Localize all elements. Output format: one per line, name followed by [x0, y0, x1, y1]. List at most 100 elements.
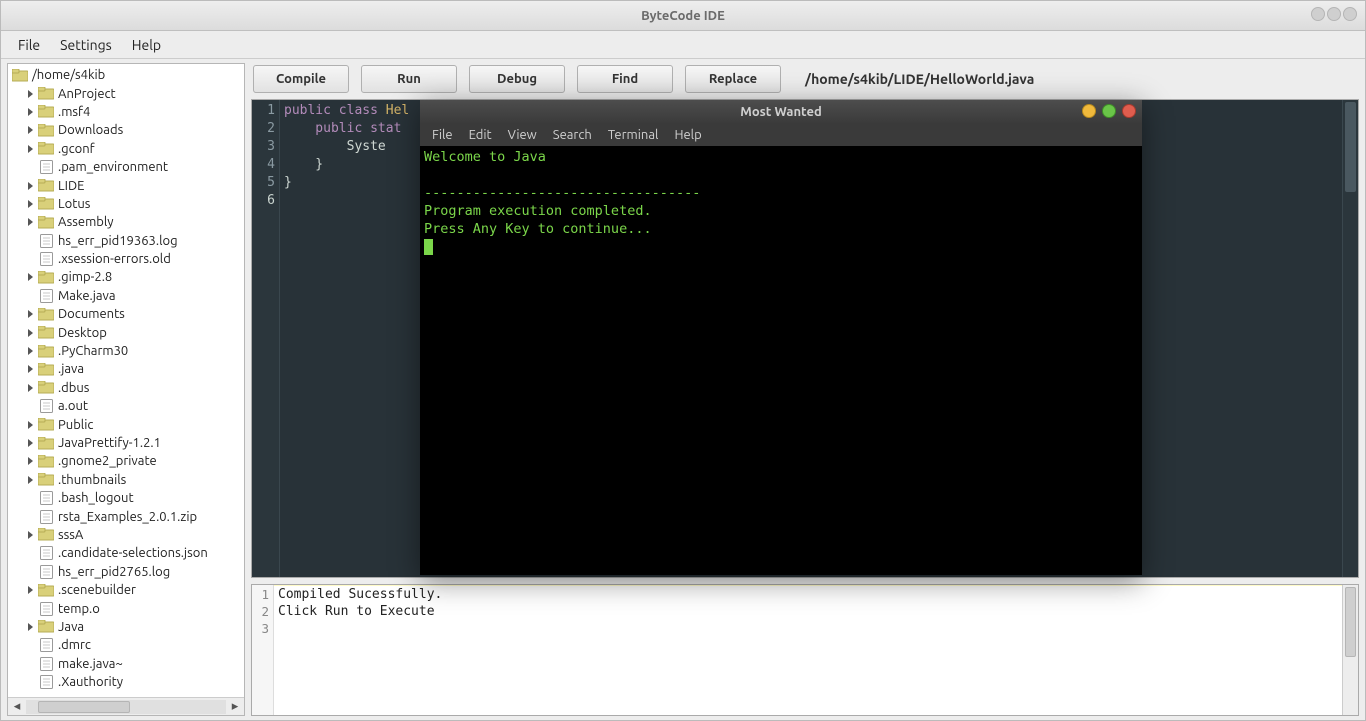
expand-arrow-icon[interactable]	[24, 345, 36, 357]
tree-file[interactable]: hs_err_pid2765.log	[8, 563, 244, 581]
tree-file[interactable]: .pam_environment	[8, 158, 244, 176]
window-minimize-button[interactable]	[1311, 7, 1325, 21]
console-vscrollbar[interactable]	[1342, 585, 1358, 715]
scroll-thumb[interactable]	[1345, 587, 1356, 657]
scroll-left-icon[interactable]: ◂	[8, 699, 26, 715]
tree-file[interactable]: a.out	[8, 397, 244, 415]
expand-arrow-icon[interactable]	[24, 216, 36, 228]
tree-folder[interactable]: sssA	[8, 526, 244, 544]
menu-settings[interactable]: Settings	[51, 34, 121, 56]
replace-button[interactable]: Replace	[685, 65, 781, 93]
tree-folder[interactable]: Lotus	[8, 195, 244, 213]
tree-folder[interactable]: .gconf	[8, 140, 244, 158]
console-text[interactable]: Compiled Sucessfully. Click Run to Execu…	[274, 585, 1342, 715]
tree-file[interactable]: rsta_Examples_2.0.1.zip	[8, 507, 244, 525]
tree-file[interactable]: Make.java	[8, 287, 244, 305]
terminal-minimize-button[interactable]	[1082, 104, 1096, 118]
expand-arrow-icon[interactable]	[24, 621, 36, 633]
terminal-maximize-button[interactable]	[1102, 104, 1116, 118]
console-line: Compiled Sucessfully.	[278, 587, 442, 602]
tree-file[interactable]: .candidate-selections.json	[8, 544, 244, 562]
find-button[interactable]: Find	[577, 65, 673, 93]
tree-folder[interactable]: Java	[8, 618, 244, 636]
terminal-menu-file[interactable]: File	[426, 127, 459, 143]
expand-arrow-icon[interactable]	[24, 88, 36, 100]
terminal-menu-search[interactable]: Search	[547, 127, 598, 143]
menu-file[interactable]: File	[9, 34, 49, 56]
tree-folder[interactable]: .gimp-2.8	[8, 268, 244, 286]
tree-file[interactable]: temp.o	[8, 599, 244, 617]
tree-file[interactable]: .xsession-errors.old	[8, 250, 244, 268]
tree-folder[interactable]: .thumbnails	[8, 471, 244, 489]
file-icon	[38, 399, 54, 413]
file-tree-hscrollbar[interactable]: ◂ ▸	[8, 697, 244, 715]
expand-arrow-icon[interactable]	[24, 198, 36, 210]
terminal-menu-view[interactable]: View	[502, 127, 543, 143]
tree-folder[interactable]: Assembly	[8, 213, 244, 231]
tree-folder[interactable]: .msf4	[8, 103, 244, 121]
code-token: }	[284, 175, 292, 190]
expand-arrow-icon[interactable]	[24, 271, 36, 283]
terminal-output[interactable]: Welcome to Java ------------------------…	[420, 146, 1142, 575]
tree-file[interactable]: .dmrc	[8, 636, 244, 654]
expand-arrow-icon[interactable]	[24, 180, 36, 192]
tree-folder[interactable]: Downloads	[8, 121, 244, 139]
window-maximize-button[interactable]	[1327, 7, 1341, 21]
window-buttons	[1311, 7, 1357, 21]
output-console[interactable]: 1 2 3 Compiled Sucessfully. Click Run to…	[251, 584, 1359, 716]
folder-icon	[38, 528, 54, 542]
expand-arrow-icon[interactable]	[24, 529, 36, 541]
tree-folder[interactable]: JavaPrettify-1.2.1	[8, 434, 244, 452]
expand-arrow-icon[interactable]	[24, 143, 36, 155]
tree-file[interactable]: .bash_logout	[8, 489, 244, 507]
expand-arrow-icon[interactable]	[24, 419, 36, 431]
tree-file[interactable]: .Xauthority	[8, 673, 244, 691]
tree-root[interactable]: /home/s4kib	[8, 66, 244, 84]
expand-arrow-icon[interactable]	[24, 382, 36, 394]
expand-arrow-icon[interactable]	[24, 308, 36, 320]
tree-folder[interactable]: .PyCharm30	[8, 342, 244, 360]
code-editor[interactable]: 1 2 3 4 5 6 public class Hel public stat…	[251, 99, 1359, 578]
expand-arrow-icon[interactable]	[24, 363, 36, 375]
tree-item-label: .dmrc	[58, 638, 91, 652]
debug-button[interactable]: Debug	[469, 65, 565, 93]
tree-folder[interactable]: .java	[8, 360, 244, 378]
terminal-menu-edit[interactable]: Edit	[463, 127, 498, 143]
tree-folder[interactable]: Documents	[8, 305, 244, 323]
terminal-title-bar[interactable]: Most Wanted	[420, 100, 1142, 124]
tree-folder[interactable]: AnProject	[8, 84, 244, 102]
scroll-thumb[interactable]	[1345, 102, 1356, 192]
open-file-path: /home/s4kib/LIDE/HelloWorld.java	[805, 71, 1034, 87]
twisty-placeholder	[24, 603, 36, 615]
tree-folder[interactable]: .scenebuilder	[8, 581, 244, 599]
expand-arrow-icon[interactable]	[24, 106, 36, 118]
tree-folder[interactable]: .gnome2_private	[8, 452, 244, 470]
code-token: Syste	[284, 139, 386, 154]
expand-arrow-icon[interactable]	[24, 124, 36, 136]
terminal-window[interactable]: Most Wanted File Edit View Search Termin…	[420, 100, 1142, 575]
terminal-menu-help[interactable]: Help	[668, 127, 707, 143]
run-button[interactable]: Run	[361, 65, 457, 93]
window-close-button[interactable]	[1343, 7, 1357, 21]
expand-arrow-icon[interactable]	[24, 327, 36, 339]
expand-arrow-icon[interactable]	[24, 584, 36, 596]
terminal-line: Press Any Key to continue...	[424, 221, 652, 237]
code-token: public	[284, 121, 362, 136]
expand-arrow-icon[interactable]	[24, 437, 36, 449]
expand-arrow-icon[interactable]	[24, 474, 36, 486]
expand-arrow-icon[interactable]	[24, 455, 36, 467]
tree-folder[interactable]: Desktop	[8, 323, 244, 341]
tree-file[interactable]: make.java~	[8, 655, 244, 673]
tree-file[interactable]: hs_err_pid19363.log	[8, 232, 244, 250]
editor-vscrollbar[interactable]	[1342, 100, 1358, 577]
terminal-close-button[interactable]	[1122, 104, 1136, 118]
scroll-track[interactable]	[26, 700, 226, 714]
compile-button[interactable]: Compile	[253, 65, 349, 93]
tree-folder[interactable]: LIDE	[8, 176, 244, 194]
scroll-thumb[interactable]	[38, 701, 130, 713]
menu-help[interactable]: Help	[123, 34, 170, 56]
scroll-right-icon[interactable]: ▸	[226, 699, 244, 715]
tree-folder[interactable]: Public	[8, 415, 244, 433]
tree-folder[interactable]: .dbus	[8, 379, 244, 397]
terminal-menu-terminal[interactable]: Terminal	[602, 127, 665, 143]
